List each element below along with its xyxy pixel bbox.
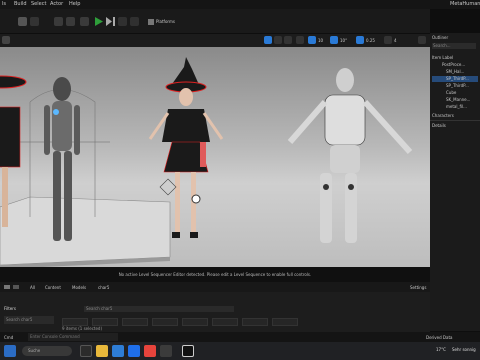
angle-snap-icon[interactable] xyxy=(330,36,338,44)
outliner-column-header: Item Label xyxy=(432,55,454,60)
divider xyxy=(430,120,480,121)
outliner-row[interactable]: metal_fil... xyxy=(432,104,478,110)
asset-thumbnail[interactable] xyxy=(272,318,298,326)
menu-item-help[interactable]: Help xyxy=(69,0,80,9)
rotate-icon[interactable] xyxy=(284,36,292,44)
import-icon[interactable] xyxy=(13,285,19,289)
taskbar-search[interactable]: Suche xyxy=(22,346,72,356)
breadcrumb-models[interactable]: Models xyxy=(72,285,86,290)
content-icon[interactable] xyxy=(54,17,63,26)
asset-thumbnail[interactable] xyxy=(182,318,208,326)
asset-thumbnail[interactable] xyxy=(152,318,178,326)
outliner-panel: Outliner Search... Item Label PostProce.… xyxy=(430,33,480,111)
asset-count: 9 items (1 selected) xyxy=(62,326,103,331)
folder-search-input[interactable]: Search char5 xyxy=(4,316,54,324)
mode-select-icon[interactable] xyxy=(18,17,27,26)
asset-thumbnail[interactable] xyxy=(92,318,118,326)
chrome-icon[interactable] xyxy=(144,345,156,357)
store-icon[interactable] xyxy=(128,345,140,357)
asset-thumbnail[interactable] xyxy=(122,318,148,326)
platforms-icon xyxy=(148,19,154,25)
breadcrumb-all[interactable]: All xyxy=(30,285,35,290)
scale-snap-icon[interactable] xyxy=(356,36,364,44)
translate-icon[interactable] xyxy=(274,36,282,44)
menu-bar: ls Build Select Actor Help MetaHuman xyxy=(0,0,480,9)
outliner-row[interactable]: Cube xyxy=(432,90,478,96)
breadcrumb-char5[interactable]: char5 xyxy=(98,285,109,290)
characters-panel-title: Characters xyxy=(432,113,454,118)
weather-temp: 17°C xyxy=(436,347,446,352)
globe-icon[interactable] xyxy=(296,36,304,44)
menu-item-select[interactable]: Select xyxy=(31,0,46,9)
status-bar: Cmd Enter Console Command Derived Data xyxy=(0,332,480,342)
outliner-row[interactable]: SM_Hal... xyxy=(432,69,478,75)
app-icon[interactable] xyxy=(160,345,172,357)
outliner-search-input[interactable]: Search... xyxy=(432,43,476,49)
console-command-input[interactable]: Enter Console Command xyxy=(28,333,118,341)
task-view-icon[interactable] xyxy=(80,345,92,357)
add-button-icon[interactable] xyxy=(4,285,10,289)
edge-icon[interactable] xyxy=(112,345,124,357)
sequencer-message: No active Level Sequencer Editor detecte… xyxy=(0,267,430,282)
weather-app-icon[interactable] xyxy=(4,345,16,357)
settings-button[interactable]: Settings xyxy=(410,285,426,290)
outliner-row[interactable]: SP_ThirdP... xyxy=(432,83,478,89)
unreal-engine-icon[interactable] xyxy=(182,345,194,357)
camera-speed-value[interactable]: 4 xyxy=(394,38,397,43)
asset-thumbnail[interactable] xyxy=(62,318,88,326)
breadcrumb-content[interactable]: Content xyxy=(45,285,61,290)
filters-label[interactable]: Filters xyxy=(4,306,16,311)
file-explorer-icon[interactable] xyxy=(96,345,108,357)
pivot-marker xyxy=(159,178,177,196)
scale-snap-value[interactable]: 0.25 xyxy=(366,38,375,43)
weather-desc: Sehr sonnig xyxy=(452,347,476,352)
project-name: MetaHuman xyxy=(450,1,480,7)
asset-thumbnail[interactable] xyxy=(242,318,268,326)
viewport-toolbar: 10 10° 0.25 4 xyxy=(0,34,430,47)
grid-snap-value[interactable]: 10 xyxy=(318,38,323,43)
windows-taskbar: Suche 17°C Sehr sonnig xyxy=(0,342,480,360)
grid-snap-icon[interactable] xyxy=(308,36,316,44)
content-browser-toolbar: All Content Models char5 Settings xyxy=(0,282,430,292)
details-panel: Characters Details xyxy=(430,111,480,331)
play-icon[interactable] xyxy=(94,17,103,26)
derived-data-label[interactable]: Derived Data xyxy=(426,335,453,340)
asset-thumbnail[interactable] xyxy=(212,318,238,326)
main-toolbar: Platforms xyxy=(0,9,430,33)
platforms-button[interactable]: Platforms xyxy=(148,17,188,26)
viewport-menu-icon[interactable] xyxy=(2,36,10,44)
outliner-row-selected[interactable]: SP_ThirdP... xyxy=(432,76,478,82)
transform-gizmo-icon xyxy=(191,194,201,204)
more-options-icon[interactable] xyxy=(130,17,139,26)
angle-snap-value[interactable]: 10° xyxy=(340,38,347,43)
floor-platform xyxy=(0,196,171,266)
blueprint-icon[interactable] xyxy=(66,17,75,26)
stop-icon[interactable] xyxy=(118,17,127,26)
cmd-label[interactable]: Cmd xyxy=(4,335,13,340)
menu-item-build[interactable]: Build xyxy=(14,0,27,9)
outliner-row[interactable]: SK_Manne... xyxy=(432,97,478,103)
cinematics-icon[interactable] xyxy=(80,17,89,26)
level-viewport[interactable] xyxy=(0,47,430,267)
outliner-row[interactable]: PostProce... xyxy=(432,62,478,68)
white-robot-figure xyxy=(287,68,413,243)
camera-speed-icon[interactable] xyxy=(384,36,392,44)
select-mode-icon[interactable] xyxy=(264,36,272,44)
details-title: Details xyxy=(432,123,446,128)
menu-item[interactable]: ls xyxy=(2,0,6,9)
outliner-title: Outliner xyxy=(432,35,449,40)
skip-icon[interactable] xyxy=(106,17,115,26)
viewport-scene xyxy=(0,57,413,267)
dropdown-icon[interactable] xyxy=(30,17,39,26)
asset-search-input[interactable]: Search char5 xyxy=(84,306,234,312)
menu-item-actor[interactable]: Actor xyxy=(50,0,63,9)
maximize-viewport-icon[interactable] xyxy=(418,36,426,44)
